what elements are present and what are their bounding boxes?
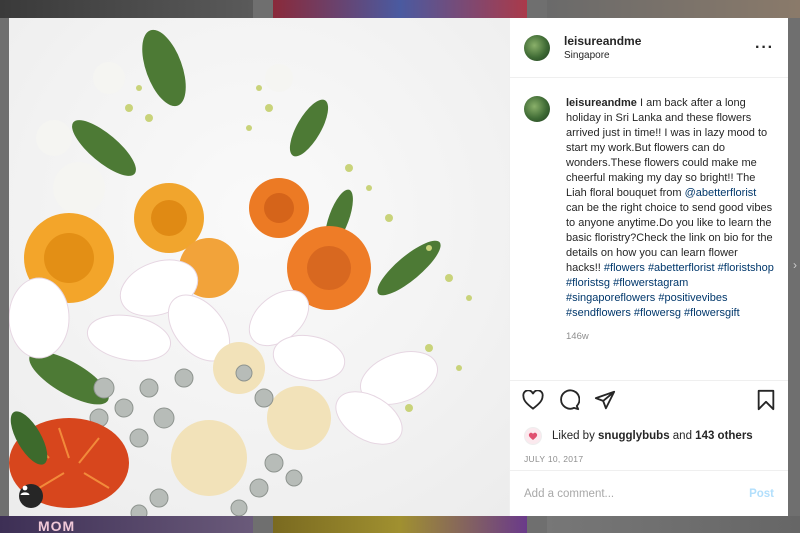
likes-count-link[interactable]: 143 others [695,430,753,442]
bookmark-icon[interactable] [756,389,776,416]
hashtag-link[interactable]: #singaporeflowers [566,292,655,304]
tile-text: MOM [38,518,76,533]
avatar[interactable] [524,34,550,61]
hashtag-link[interactable]: #sendflowers [566,307,631,319]
caption-time-ago: 146w [566,331,589,342]
hashtag-link[interactable]: #flowersg [634,307,681,319]
feed-tile[interactable] [546,0,800,18]
hashtag-link[interactable]: #positivevibes [658,292,727,304]
username-link[interactable]: leisureandme [564,34,641,48]
feed-tile[interactable] [273,516,527,533]
likes-middle: and [669,430,696,442]
caption-text: leisureandme I am back after a long holi… [566,96,774,321]
hashtag-link[interactable]: #floristshop [718,262,774,274]
hashtag-link[interactable]: #floristsg [566,277,610,289]
location-link[interactable]: Singapore [564,50,641,61]
likes-text: Liked by snugglybubs and 143 others [552,430,753,442]
hashtag-link[interactable]: #flowerstagram [613,277,688,289]
post-comment-button[interactable]: Post [749,488,774,500]
caption-body: I am back after a long holiday in Sri La… [566,97,768,199]
feed-tile[interactable]: MOM [0,516,254,533]
next-arrow-icon[interactable]: › [793,258,799,272]
avatar[interactable] [524,427,542,445]
caption-username[interactable]: leisureandme [566,97,637,109]
hashtag-link[interactable]: #abetterflorist [648,262,715,274]
feed-tile[interactable] [546,516,800,533]
heart-icon[interactable] [522,389,544,415]
caption: leisureandme I am back after a long holi… [524,96,774,321]
send-icon[interactable] [594,389,616,416]
liker-username[interactable]: snugglybubs [598,430,670,442]
action-bar [510,380,788,424]
comment-icon[interactable] [558,389,581,416]
hashtag-link[interactable]: #flowersgift [684,307,740,319]
likes-prefix: Liked by [552,430,599,442]
likes-summary: Liked by snugglybubs and 143 others [510,424,788,448]
more-horizontal-icon[interactable]: ··· [755,39,774,55]
hashtag-link[interactable]: #flowers [604,262,645,274]
mention-link[interactable]: @abetterflorist [685,187,757,199]
feed-tile[interactable] [0,0,254,18]
post-date[interactable]: JULY 10, 2017 [510,448,788,470]
comments-section: leisureandme I am back after a long holi… [510,78,788,380]
post-header: leisureandme Singapore ··· [510,18,788,78]
flower-bouquet-image [9,29,472,516]
avatar[interactable] [524,96,550,122]
post-modal: leisureandme Singapore ··· leisureandme … [9,18,788,516]
background-feed-top [0,0,800,18]
add-comment-bar: Post [510,470,788,516]
comment-input[interactable] [524,487,750,500]
feed-tile[interactable] [273,0,527,18]
post-photo[interactable] [9,18,509,516]
background-feed-bottom: MOM [0,516,800,533]
post-sidebar: leisureandme Singapore ··· leisureandme … [509,18,788,516]
user-tag-icon[interactable] [19,484,43,508]
